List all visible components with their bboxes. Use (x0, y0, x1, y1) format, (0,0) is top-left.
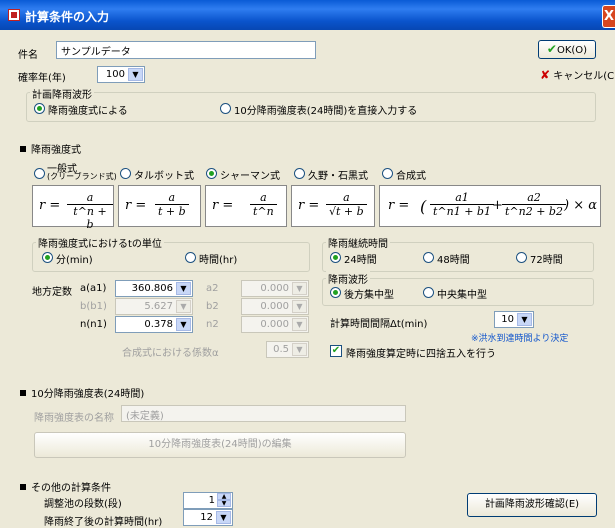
chevron-down-icon: ▼ (176, 282, 191, 295)
table-name-input[interactable]: (未定義) (121, 405, 406, 422)
alpha-label: 合成式における係数α (122, 348, 219, 359)
radio-composite[interactable] (382, 168, 393, 179)
radio-intensity-formula[interactable] (34, 103, 45, 114)
chevron-down-icon: ▼ (292, 343, 307, 356)
radio-unit-min[interactable] (42, 252, 53, 263)
table10-section-title: 10分降雨強度表(24時間) (20, 385, 144, 400)
formula-general: r = a t^n + b (32, 185, 114, 231)
unit-min-label: 分(min) (56, 255, 93, 266)
formula-sherman: r = a t^n (205, 185, 287, 227)
late-peak-label: 後方集中型 (344, 290, 394, 301)
composite-label: 合成式 (396, 171, 426, 182)
x-icon: ✘ (540, 68, 551, 82)
spin-up-icon[interactable]: ▲ (217, 493, 231, 500)
kuno-ishiguro-label: 久野・石黒式 (308, 171, 368, 182)
duration-48h-label: 48時間 (437, 255, 470, 266)
title-bar[interactable]: 計算条件の入力 X (0, 0, 615, 30)
interval-note: ※洪水到達時間より決定 (471, 334, 569, 344)
name-input[interactable]: サンプルデータ (56, 41, 316, 59)
radio-sherman[interactable] (206, 168, 217, 179)
b-label: b(b1) (80, 301, 107, 312)
stages-label: 調整池の段数(段) (44, 499, 122, 510)
a-select[interactable]: 360.806 ▼ (115, 280, 193, 297)
stages-spinner[interactable]: 1 ▲ ▼ (183, 492, 233, 509)
a2-label: a2 (206, 283, 219, 294)
chevron-down-icon: ▼ (128, 68, 143, 81)
formula-composite: r = ( a1 t^n1 + b1 + a2 t^n2 + b2 ) × α (379, 185, 601, 227)
formula-kuno-ishiguro: r = a √t + b (291, 185, 375, 227)
edit-table-button[interactable]: 10分降雨強度表(24時間)の編集 (34, 432, 406, 458)
formula-talbot: r = at + b (118, 185, 201, 227)
design-rain-title: 計画降雨波形 (30, 86, 94, 101)
close-button[interactable]: X (602, 5, 615, 28)
radio-kuno-ishiguro[interactable] (294, 168, 305, 179)
probability-label: 確率年(年) (18, 73, 66, 84)
duration-72h-label: 72時間 (530, 255, 563, 266)
probability-select[interactable]: 100 ▼ (97, 66, 145, 83)
name-label: 件名 (18, 50, 38, 61)
duration-title: 降雨継続時間 (326, 235, 390, 250)
n2-label: n2 (206, 319, 219, 330)
after-rain-select[interactable]: 12 ▼ (183, 509, 233, 526)
talbot-label: タルボット式 (134, 171, 194, 182)
n2-select[interactable]: 0.000 ▼ (241, 316, 309, 333)
duration-24h-label: 24時間 (344, 255, 377, 266)
alpha-select[interactable]: 0.5 ▼ (266, 341, 309, 358)
b2-select[interactable]: 0.000 ▼ (241, 298, 309, 315)
confirm-waveform-button[interactable]: 計画降雨波形確認(E) (467, 493, 597, 517)
chevron-down-icon: ▼ (292, 282, 307, 295)
b2-label: b2 (206, 301, 219, 312)
sherman-label: シャーマン式 (220, 171, 280, 182)
radio-direct-table[interactable] (220, 103, 231, 114)
other-section-title: その他の計算条件 (20, 479, 111, 494)
intensity-section-title: 降雨強度式 (20, 141, 81, 156)
t-unit-title: 降雨強度式におけるtの単位 (36, 235, 164, 250)
radio-48h[interactable] (423, 252, 434, 263)
window-title: 計算条件の入力 (25, 10, 110, 24)
radio-unit-hr[interactable] (185, 252, 196, 263)
chevron-down-icon: ▼ (216, 511, 231, 524)
radio-24h[interactable] (330, 252, 341, 263)
radio-72h[interactable] (516, 252, 527, 263)
interval-select[interactable]: 10 ▼ (494, 311, 534, 328)
radio-center-peak[interactable] (423, 287, 434, 298)
n-label: n(n1) (80, 319, 107, 330)
ok-button[interactable]: ✔OK(O) (538, 40, 596, 59)
cleveland-label: (クリーブランド式) (47, 172, 117, 181)
rounding-checkbox[interactable]: ✔ (330, 345, 342, 357)
chevron-down-icon: ▼ (176, 318, 191, 331)
chevron-down-icon: ▼ (292, 318, 307, 331)
calc-conditions-dialog: 計算条件の入力 X 件名 サンプルデータ ✔OK(O) ✘ キャンセル(C) 確… (0, 0, 615, 528)
cancel-button[interactable]: ✘ キャンセル(C) (540, 67, 615, 82)
table-name-label: 降雨強度表の名称 (34, 413, 114, 424)
chevron-down-icon: ▼ (517, 313, 532, 326)
radio-direct-table-label: 10分降雨強度表(24時間)を直接入力する (234, 106, 418, 117)
n-select[interactable]: 0.378 ▼ (115, 316, 193, 333)
chevron-down-icon: ▼ (292, 300, 307, 313)
rounding-label: 降雨強度算定時に四捨五入を行う (346, 349, 496, 360)
radio-general[interactable] (34, 168, 45, 179)
regional-constants-label: 地方定数 (32, 287, 72, 298)
center-peak-label: 中央集中型 (437, 290, 487, 301)
radio-intensity-formula-label: 降雨強度式による (48, 106, 128, 117)
waveform-title: 降雨波形 (326, 271, 370, 286)
radio-late-peak[interactable] (330, 287, 341, 298)
interval-label: 計算時間間隔Δt(min) (330, 319, 428, 330)
unit-hr-label: 時間(hr) (199, 255, 238, 266)
chevron-down-icon: ▼ (176, 300, 191, 313)
radio-talbot[interactable] (120, 168, 131, 179)
app-icon (8, 9, 20, 21)
a2-select[interactable]: 0.000 ▼ (241, 280, 309, 297)
a-label: a(a1) (80, 283, 107, 294)
b-select[interactable]: 5.627 ▼ (115, 298, 193, 315)
after-rain-label: 降雨終了後の計算時間(hr) (44, 517, 163, 528)
spin-down-icon[interactable]: ▼ (217, 500, 231, 507)
check-icon: ✔ (546, 42, 557, 56)
